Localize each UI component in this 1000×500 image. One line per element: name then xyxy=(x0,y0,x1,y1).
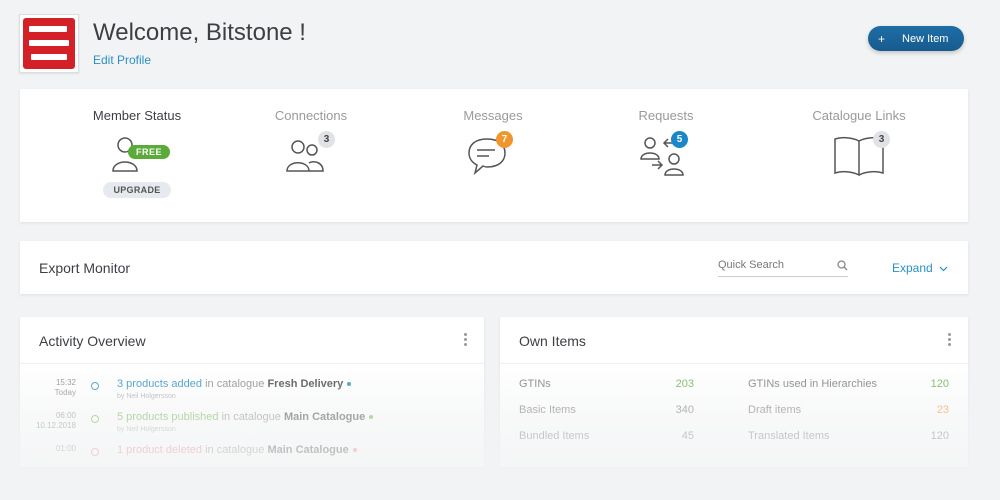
own-item-label: GTINs used in Hierarchies xyxy=(748,378,877,390)
quick-search-placeholder: Quick Search xyxy=(718,259,785,271)
connections-icon: 3 xyxy=(281,131,341,179)
member-status: Member Status FREE UPGRADE xyxy=(47,89,227,198)
kebab-menu-icon[interactable] xyxy=(948,333,952,348)
catalogue-links-stat[interactable]: Catalogue Links 3 xyxy=(769,89,949,179)
activity-catalogue[interactable]: Main Catalogue xyxy=(284,411,365,423)
quick-search-input[interactable]: Quick Search xyxy=(718,259,848,277)
own-item-label: Bundled Items xyxy=(519,430,590,442)
catalogue-links-badge: 3 xyxy=(873,131,890,148)
activity-entry: 15:32 Today 3 products added in catalogue… xyxy=(20,378,484,411)
messages-label: Messages xyxy=(463,108,523,123)
export-monitor-title: Export Monitor xyxy=(39,260,131,276)
activity-overview-title: Activity Overview xyxy=(39,333,146,349)
chevron-down-icon xyxy=(936,261,948,275)
kebab-menu-icon[interactable] xyxy=(464,333,468,348)
activity-time: 15:32 xyxy=(55,378,76,387)
messages-icon: 7 xyxy=(463,131,523,179)
connections-stat[interactable]: Connections 3 xyxy=(221,89,401,179)
activity-author: by Neil Holgersson xyxy=(117,393,176,400)
messages-stat[interactable]: Messages 7 xyxy=(403,89,583,179)
member-status-label: Member Status xyxy=(92,108,182,123)
own-item-label: Translated Items xyxy=(748,430,830,442)
activity-action-link[interactable]: 1 product deleted xyxy=(117,444,202,456)
member-icon: FREE xyxy=(107,131,170,179)
own-item-value[interactable]: 340 xyxy=(654,404,694,416)
activity-overview: Activity Overview 15:32 Today 3 products … xyxy=(20,317,484,467)
activity-action-link[interactable]: 3 products added xyxy=(117,378,202,390)
own-item-value[interactable]: 23 xyxy=(909,404,949,416)
activity-day: 10.12.2018 xyxy=(35,421,76,430)
activity-catalogue[interactable]: Main Catalogue xyxy=(267,444,348,456)
activity-time: 06:00 xyxy=(55,411,76,420)
activity-author: by Neil Holgersson xyxy=(117,426,176,433)
own-item-value[interactable]: 45 xyxy=(654,430,694,442)
status-card: Member Status FREE UPGRADE Connections 3… xyxy=(20,89,968,222)
connections-badge: 3 xyxy=(318,131,335,148)
own-items: Own Items GTINs 203 Basic Items 340 Bund… xyxy=(500,317,968,467)
timeline-dot xyxy=(91,415,99,423)
plus-icon: + xyxy=(878,31,886,46)
expand-button[interactable]: Expand xyxy=(892,261,948,275)
activity-entry: 06:00 10.12.2018 5 products published in … xyxy=(20,411,484,444)
upgrade-button[interactable]: UPGRADE xyxy=(103,182,171,198)
requests-stat[interactable]: Requests 5 xyxy=(576,89,756,179)
edit-profile-link[interactable]: Edit Profile xyxy=(93,53,151,67)
activity-time: 01:00 xyxy=(55,444,76,453)
messages-badge: 7 xyxy=(496,131,513,148)
export-monitor: Export Monitor Quick Search Expand xyxy=(20,241,968,294)
timeline-dot xyxy=(91,448,99,456)
connections-label: Connections xyxy=(274,108,348,123)
requests-badge: 5 xyxy=(671,131,688,148)
expand-label: Expand xyxy=(892,261,933,275)
catalogue-links-label: Catalogue Links xyxy=(812,108,906,123)
company-logo xyxy=(19,14,79,73)
own-item-value[interactable]: 120 xyxy=(909,430,949,442)
book-icon: 3 xyxy=(829,131,890,179)
activity-entry: 01:00 1 product deleted in catalogue Mai… xyxy=(20,444,484,467)
search-icon[interactable] xyxy=(837,260,848,274)
activity-day: Today xyxy=(54,388,76,397)
timeline-dot xyxy=(91,382,99,390)
own-item-value[interactable]: 120 xyxy=(909,378,949,390)
requests-label: Requests xyxy=(638,108,694,123)
free-badge: FREE xyxy=(128,145,170,159)
own-item-label: Basic Items xyxy=(519,404,576,416)
requests-icon: 5 xyxy=(636,131,696,179)
own-items-title: Own Items xyxy=(519,333,586,349)
new-item-button[interactable]: + New Item xyxy=(868,26,964,51)
page-title: Welcome, Bitstone ! xyxy=(93,19,306,46)
own-item-label: Draft items xyxy=(748,404,802,416)
new-item-label: New Item xyxy=(902,32,949,45)
activity-action-link[interactable]: 5 products published xyxy=(117,411,219,423)
own-item-value[interactable]: 203 xyxy=(654,378,694,390)
activity-catalogue[interactable]: Fresh Delivery xyxy=(267,378,343,390)
own-item-label: GTINs xyxy=(519,378,551,390)
